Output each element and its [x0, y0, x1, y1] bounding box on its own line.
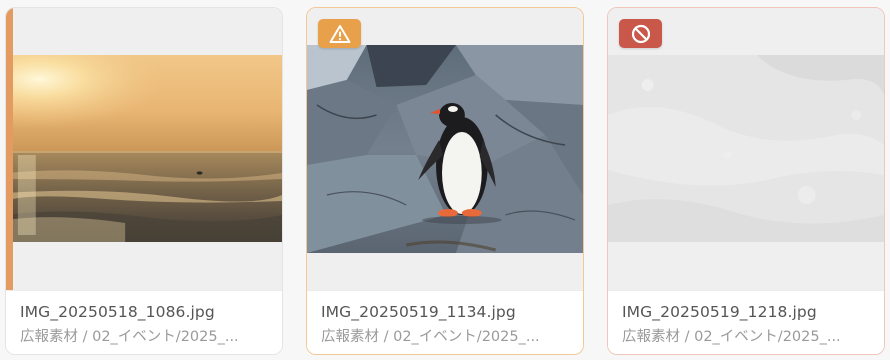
asset-card-1[interactable]: IMG_20250518_1086.jpg 広報素材 / 02_イベント/202…: [5, 7, 283, 355]
blocked-badge: [619, 19, 662, 48]
thumbnail-area[interactable]: [6, 8, 282, 290]
filename: IMG_20250518_1086.jpg: [20, 303, 215, 321]
selection-indicator: [6, 8, 13, 290]
folder-path: 広報素材 / 02_イベント/2025_...: [321, 329, 540, 345]
asset-card-3[interactable]: IMG_20250519_1218.jpg 広報素材 / 02_イベント/202…: [607, 7, 885, 355]
warning-badge: [318, 19, 361, 48]
folder-path: 広報素材 / 02_イベント/2025_...: [622, 329, 841, 345]
filename: IMG_20250519_1218.jpg: [622, 303, 817, 321]
card-meta: IMG_20250519_1134.jpg 広報素材 / 02_イベント/202…: [307, 290, 583, 354]
thumbnail-image[interactable]: [6, 55, 282, 242]
thumbnail-area[interactable]: [307, 8, 583, 290]
folder-path: 広報素材 / 02_イベント/2025_...: [20, 329, 239, 345]
asset-card-2[interactable]: IMG_20250519_1134.jpg 広報素材 / 02_イベント/202…: [306, 7, 584, 355]
card-meta: IMG_20250518_1086.jpg 広報素材 / 02_イベント/202…: [6, 290, 282, 354]
blocked-icon: [631, 24, 650, 43]
thumbnail-image[interactable]: [307, 45, 583, 253]
thumbnail-image[interactable]: [608, 55, 884, 242]
thumbnail-area[interactable]: [608, 8, 884, 290]
warning-icon: [329, 24, 350, 43]
card-meta: IMG_20250519_1218.jpg 広報素材 / 02_イベント/202…: [608, 290, 884, 354]
filename: IMG_20250519_1134.jpg: [321, 303, 516, 321]
